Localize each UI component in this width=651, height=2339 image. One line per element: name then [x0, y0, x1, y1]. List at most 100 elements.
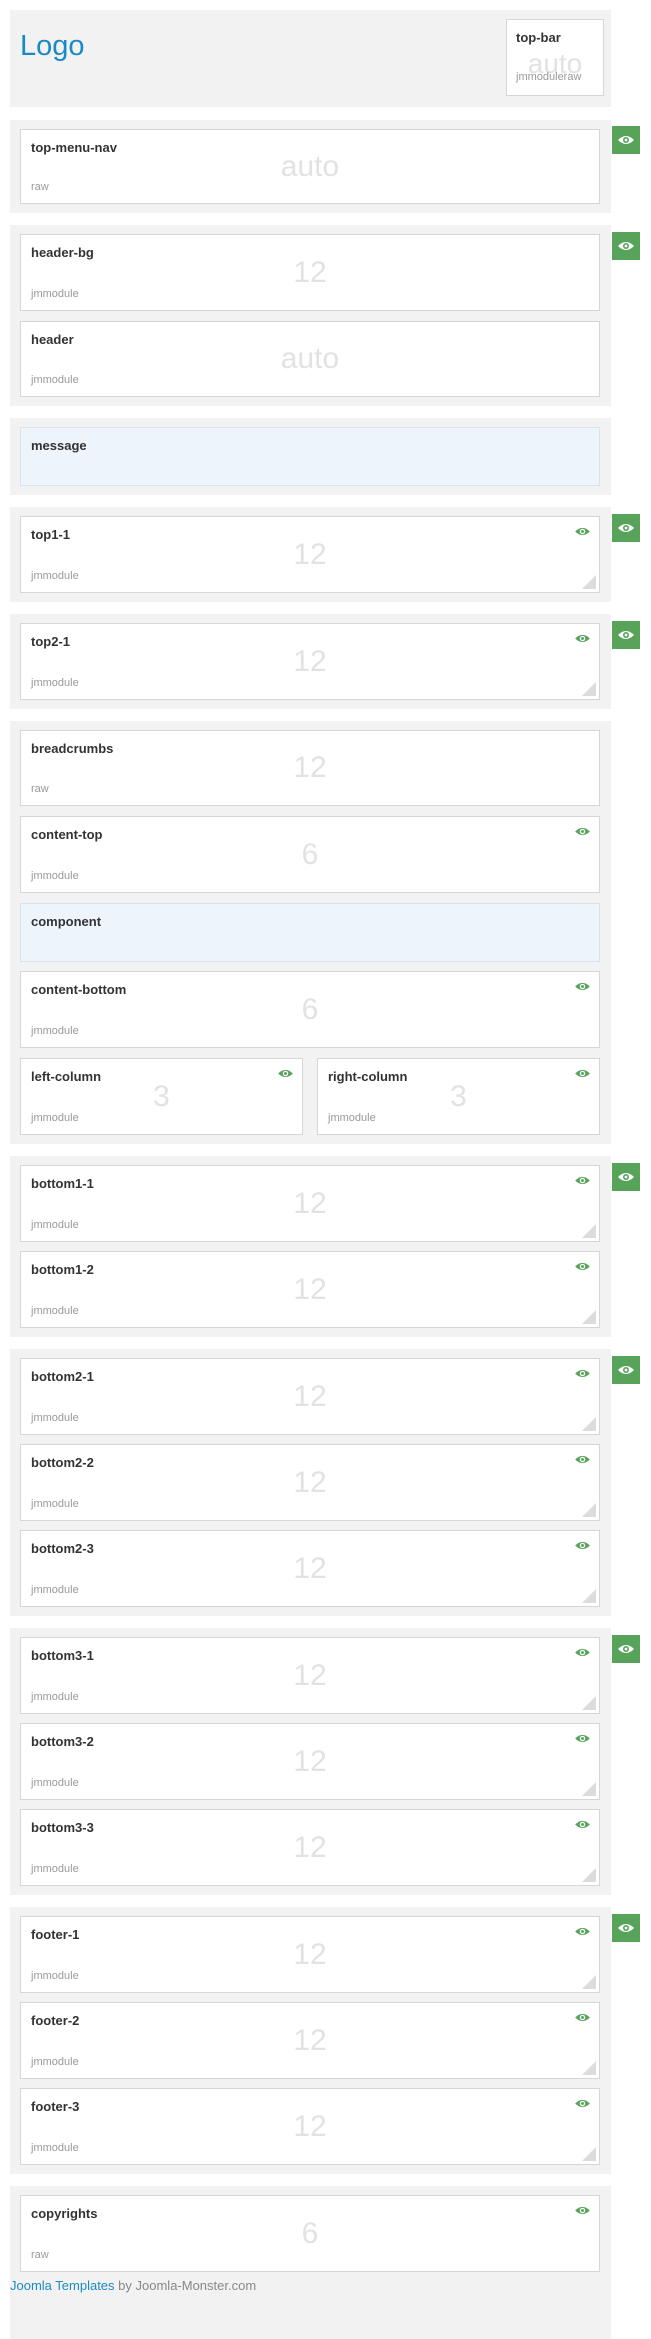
module-size: 12 — [293, 1744, 327, 1778]
eye-icon[interactable] — [574, 2205, 591, 2216]
section-bottom1: bottom1-1 12 jmmodule bottom1-2 12 jmmod… — [10, 1156, 611, 1337]
eye-icon[interactable] — [574, 1926, 591, 1937]
section-bottom3: bottom3-1 12 jmmodule bottom3-2 12 jmmod… — [10, 1628, 611, 1895]
eye-icon[interactable] — [574, 1540, 591, 1551]
resize-handle-icon[interactable] — [582, 1696, 596, 1710]
module-size: 12 — [293, 1658, 327, 1692]
eye-icon[interactable] — [574, 1068, 591, 1079]
module-top-menu-nav[interactable]: top-menu-nav auto raw — [20, 129, 600, 204]
resize-handle-icon[interactable] — [582, 1868, 596, 1882]
module-bottom1-1[interactable]: bottom1-1 12 jmmodule — [20, 1165, 600, 1242]
module-content-top[interactable]: content-top 6 jmmodule — [20, 816, 600, 893]
visibility-toggle-footer[interactable] — [612, 1914, 640, 1942]
eye-icon[interactable] — [574, 1175, 591, 1186]
eye-icon — [618, 1924, 634, 1932]
resize-handle-icon[interactable] — [582, 1782, 596, 1796]
resize-handle-icon[interactable] — [582, 2061, 596, 2075]
module-type: jmmodule — [31, 288, 79, 300]
module-size: 3 — [153, 1079, 170, 1113]
module-size: 12 — [293, 644, 327, 678]
module-name: top-bar — [516, 30, 561, 45]
eye-icon[interactable] — [574, 526, 591, 537]
module-bottom3-3[interactable]: bottom3-3 12 jmmodule — [20, 1809, 600, 1886]
module-type: jmmodule — [31, 677, 79, 689]
module-right-column[interactable]: right-column 3 jmmodule — [317, 1058, 600, 1135]
footer-by-text: by Joomla-Monster.com — [118, 2278, 257, 2293]
joomla-templates-link[interactable]: Joomla Templates — [10, 2278, 115, 2293]
eye-icon[interactable] — [574, 1733, 591, 1744]
visibility-toggle-bottom2[interactable] — [612, 1356, 640, 1384]
eye-icon[interactable] — [574, 1647, 591, 1658]
module-bottom3-1[interactable]: bottom3-1 12 jmmodule — [20, 1637, 600, 1714]
module-breadcrumbs[interactable]: breadcrumbs 12 raw — [20, 730, 600, 806]
module-size: 12 — [293, 1186, 327, 1220]
module-name: component — [31, 914, 102, 929]
eye-icon[interactable] — [574, 1368, 591, 1379]
module-type: jmmodule — [31, 1777, 79, 1789]
module-size: 3 — [450, 1079, 467, 1113]
logo[interactable]: Logo — [20, 30, 85, 63]
visibility-toggle-bottom1[interactable] — [612, 1163, 640, 1191]
module-header-bg[interactable]: header-bg 12 jmmodule — [20, 234, 600, 311]
module-type: jmmodule — [328, 1112, 376, 1124]
module-type: jmmodule — [31, 1412, 79, 1424]
module-bottom3-2[interactable]: bottom3-2 12 jmmodule — [20, 1723, 600, 1800]
module-top-bar[interactable]: top-bar auto jmmoduleraw — [506, 19, 604, 96]
resize-handle-icon[interactable] — [582, 575, 596, 589]
module-top2-1[interactable]: top2-1 12 jmmodule — [20, 623, 600, 700]
visibility-toggle-header[interactable] — [612, 232, 640, 260]
eye-icon[interactable] — [574, 826, 591, 837]
visibility-toggle-top1[interactable] — [612, 514, 640, 542]
module-type: jmmodule — [31, 374, 79, 386]
module-type: jmmodule — [31, 570, 79, 582]
eye-icon — [618, 1173, 634, 1181]
footer-credit: Joomla Templates by Joomla-Monster.com — [10, 2278, 256, 2293]
visibility-toggle-bottom3[interactable] — [612, 1635, 640, 1663]
eye-icon[interactable] — [574, 633, 591, 644]
resize-handle-icon[interactable] — [582, 1503, 596, 1517]
module-type: jmmodule — [31, 2142, 79, 2154]
section-message: message — [10, 418, 611, 495]
eye-icon[interactable] — [574, 981, 591, 992]
resize-handle-icon[interactable] — [582, 2147, 596, 2161]
eye-icon[interactable] — [574, 2098, 591, 2109]
module-size: 12 — [293, 1379, 327, 1413]
module-top1-1[interactable]: top1-1 12 jmmodule — [20, 516, 600, 593]
resize-handle-icon[interactable] — [582, 1224, 596, 1238]
visibility-toggle-top2[interactable] — [612, 621, 640, 649]
eye-icon — [618, 136, 634, 144]
section-logo: Logo top-bar auto jmmoduleraw — [10, 10, 611, 107]
resize-handle-icon[interactable] — [582, 1589, 596, 1603]
module-bottom1-2[interactable]: bottom1-2 12 jmmodule — [20, 1251, 600, 1328]
module-footer-3[interactable]: footer-3 12 jmmodule — [20, 2088, 600, 2165]
module-type: jmmodule — [31, 870, 79, 882]
eye-icon[interactable] — [277, 1068, 294, 1079]
module-type: jmmodule — [31, 1691, 79, 1703]
module-header[interactable]: header auto jmmodule — [20, 321, 600, 397]
module-type: raw — [31, 783, 49, 795]
resize-handle-icon[interactable] — [582, 1975, 596, 1989]
resize-handle-icon[interactable] — [582, 1417, 596, 1431]
eye-icon[interactable] — [574, 1261, 591, 1272]
eye-icon[interactable] — [574, 1819, 591, 1830]
module-copyrights[interactable]: copyrights 6 raw — [20, 2195, 600, 2272]
module-component[interactable]: component — [20, 903, 600, 962]
module-footer-1[interactable]: footer-1 12 jmmodule — [20, 1916, 600, 1993]
section-main: breadcrumbs 12 raw content-top 6 jmmodul… — [10, 721, 611, 1144]
eye-icon[interactable] — [574, 1454, 591, 1465]
module-bottom2-1[interactable]: bottom2-1 12 jmmodule — [20, 1358, 600, 1435]
module-message[interactable]: message — [20, 427, 600, 486]
module-bottom2-2[interactable]: bottom2-2 12 jmmodule — [20, 1444, 600, 1521]
module-footer-2[interactable]: footer-2 12 jmmodule — [20, 2002, 600, 2079]
module-size: 12 — [293, 1465, 327, 1499]
module-size: auto — [280, 342, 340, 375]
eye-icon — [618, 242, 634, 250]
eye-icon[interactable] — [574, 2012, 591, 2023]
module-content-bottom[interactable]: content-bottom 6 jmmodule — [20, 971, 600, 1048]
resize-handle-icon[interactable] — [582, 682, 596, 696]
visibility-toggle-top-menu[interactable] — [612, 126, 640, 154]
module-size: 12 — [293, 1551, 327, 1585]
resize-handle-icon[interactable] — [582, 1310, 596, 1324]
module-bottom2-3[interactable]: bottom2-3 12 jmmodule — [20, 1530, 600, 1607]
module-left-column[interactable]: left-column 3 jmmodule — [20, 1058, 303, 1135]
